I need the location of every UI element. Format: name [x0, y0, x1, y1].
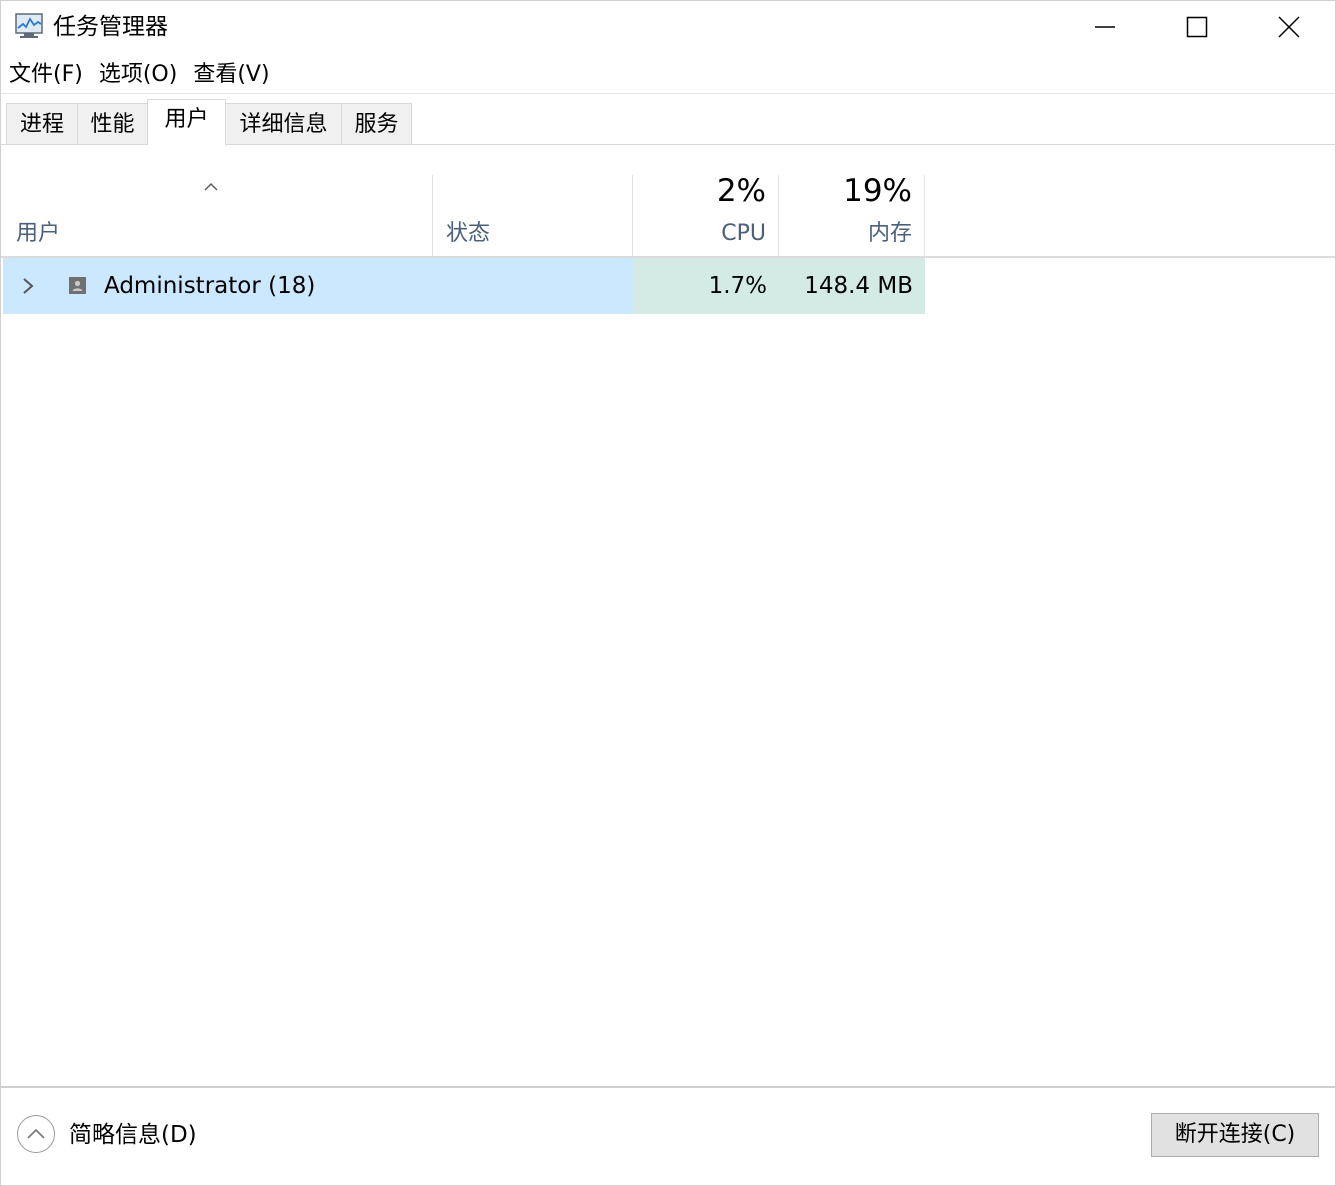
- fewer-details-link[interactable]: 简略信息(D): [69, 1118, 197, 1152]
- window-title: 任务管理器: [53, 14, 168, 40]
- tab-users[interactable]: 用户: [147, 99, 226, 146]
- disconnect-button[interactable]: 断开连接(C): [1151, 1113, 1319, 1157]
- minimize-icon: [1095, 26, 1115, 28]
- maximize-icon: [1186, 16, 1208, 38]
- fewer-details-toggle[interactable]: [17, 1115, 55, 1153]
- menu-file[interactable]: 文件(F): [1, 57, 91, 93]
- row-cpu: 1.7%: [708, 273, 767, 299]
- tab-details[interactable]: 详细信息: [225, 103, 342, 145]
- column-status[interactable]: 状态: [446, 219, 490, 249]
- memory-cell: 148.4 MB: [779, 258, 925, 314]
- column-separator[interactable]: [924, 175, 925, 256]
- cpu-cell: 1.7%: [633, 258, 779, 314]
- chevron-up-icon: [27, 1128, 45, 1139]
- cpu-total: 2%: [716, 173, 766, 209]
- row-user-name: Administrator (18): [104, 273, 316, 299]
- task-manager-window: 任务管理器 文件(F) 选项(O) 查看(V) 进程 性能 用户 详细信息 服务…: [0, 0, 1336, 1186]
- column-separator[interactable]: [432, 175, 433, 256]
- tab-services[interactable]: 服务: [341, 103, 412, 145]
- row-memory: 148.4 MB: [804, 273, 913, 299]
- tab-processes[interactable]: 进程: [6, 103, 78, 145]
- chevron-right-icon[interactable]: [21, 276, 35, 300]
- close-button[interactable]: [1243, 1, 1335, 53]
- tab-performance[interactable]: 性能: [77, 103, 148, 145]
- menu-options[interactable]: 选项(O): [91, 57, 185, 93]
- column-memory[interactable]: 内存: [779, 219, 912, 249]
- footer: 简略信息(D) 断开连接(C): [1, 1088, 1335, 1186]
- column-user[interactable]: 用户: [16, 219, 60, 249]
- task-manager-icon: [15, 13, 45, 39]
- menu-bar: 文件(F) 选项(O) 查看(V): [1, 57, 278, 93]
- title-bar[interactable]: 任务管理器: [1, 1, 1335, 53]
- memory-total: 19%: [843, 173, 912, 209]
- minimize-button[interactable]: [1059, 1, 1151, 53]
- maximize-button[interactable]: [1151, 1, 1243, 53]
- table-row[interactable]: Administrator (18) 1.7% 148.4 MB: [3, 258, 925, 314]
- user-icon: [69, 277, 86, 294]
- menu-view[interactable]: 查看(V): [185, 57, 277, 93]
- column-header: 用户 状态 2% CPU 19% 内存: [1, 161, 1335, 258]
- sort-ascending-icon: [203, 177, 219, 196]
- tab-strip: 进程 性能 用户 详细信息 服务: [1, 93, 1335, 146]
- close-icon: [1278, 16, 1300, 38]
- column-cpu[interactable]: CPU: [633, 219, 766, 249]
